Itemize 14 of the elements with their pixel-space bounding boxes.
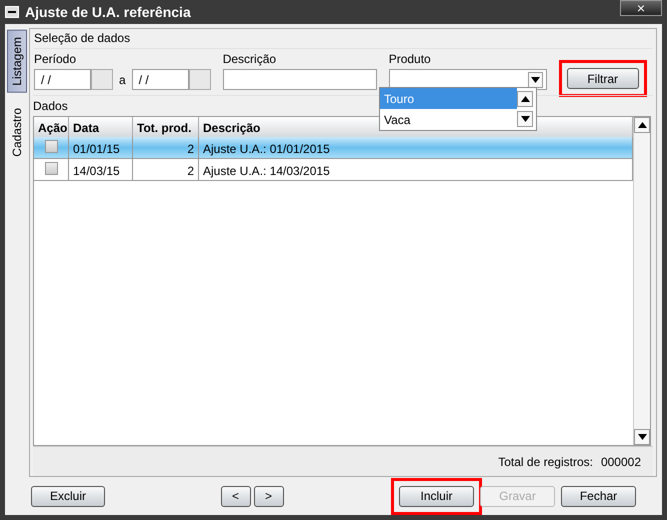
table-cell: 2 (133, 159, 199, 181)
table-cell: Ajuste U.A.: 14/03/2015 (199, 159, 633, 181)
table-cell: 14/03/15 (69, 159, 133, 181)
window-title: Ajuste de U.A. referência (25, 2, 191, 22)
total-label: Total de registros: (498, 454, 593, 470)
table-cell: Ajuste U.A.: 01/01/2015 (199, 137, 633, 159)
table-cell: 01/01/15 (69, 137, 133, 159)
section-title: Seleção de dados (34, 31, 132, 45)
range-separator: a (119, 72, 126, 88)
table-cell: 2 (133, 137, 199, 159)
field-label: Descrição (222, 52, 278, 66)
field-label: Produto (388, 52, 432, 66)
total-value: 000002 (600, 454, 641, 470)
field-label: Período (34, 52, 78, 66)
